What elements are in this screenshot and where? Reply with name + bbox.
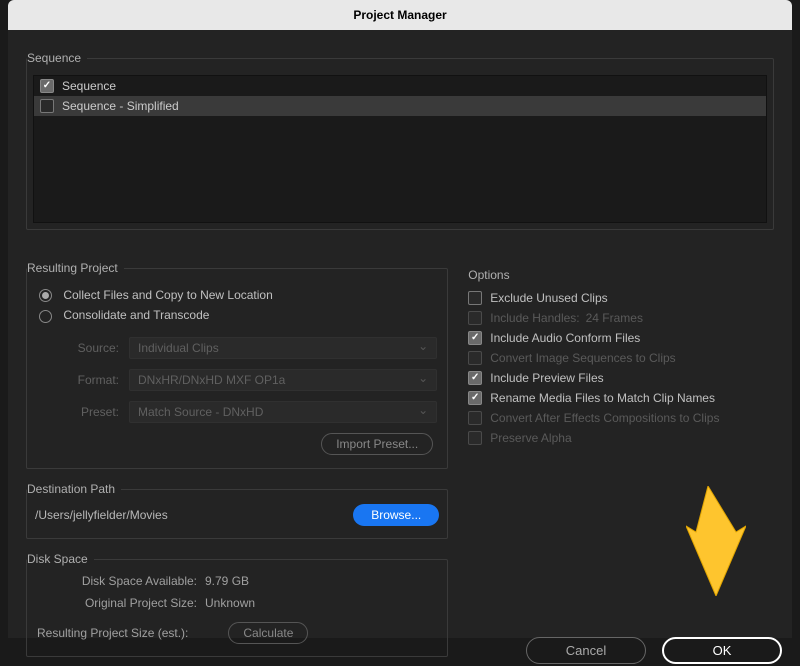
- checkbox-icon[interactable]: [40, 79, 54, 93]
- destination-fieldset: Destination Path /Users/jellyfielder/Mov…: [26, 489, 448, 539]
- checkbox-icon: [468, 411, 482, 425]
- original-size-label: Original Project Size:: [35, 596, 205, 610]
- option-preview-files[interactable]: Include Preview Files: [468, 368, 774, 388]
- checkbox-icon: [468, 311, 482, 325]
- format-select[interactable]: DNxHR/DNxHD MXF OP1a: [129, 369, 437, 391]
- original-size-value: Unknown: [205, 596, 255, 610]
- disk-space-legend: Disk Space: [27, 552, 94, 566]
- source-label: Source:: [37, 341, 129, 355]
- radio-consolidate[interactable]: Consolidate and Transcode: [27, 305, 447, 325]
- option-audio-conform[interactable]: Include Audio Conform Files: [468, 328, 774, 348]
- option-label: Include Preview Files: [490, 371, 603, 385]
- handles-value: 24 Frames: [586, 311, 643, 325]
- disk-available-label: Disk Space Available:: [35, 574, 205, 588]
- checkbox-icon[interactable]: [468, 391, 482, 405]
- preset-select[interactable]: Match Source - DNxHD: [129, 401, 437, 423]
- sequence-item-label: Sequence - Simplified: [62, 99, 179, 113]
- resulting-project-legend: Resulting Project: [27, 261, 124, 275]
- import-preset-button[interactable]: Import Preset...: [321, 433, 433, 455]
- sequence-list[interactable]: Sequence Sequence - Simplified: [33, 75, 767, 223]
- disk-available-value: 9.79 GB: [205, 574, 249, 588]
- checkbox-icon[interactable]: [468, 291, 482, 305]
- checkbox-icon[interactable]: [468, 331, 482, 345]
- option-preserve-alpha: Preserve Alpha: [468, 428, 774, 448]
- ok-button[interactable]: OK: [662, 637, 782, 664]
- sequence-row[interactable]: Sequence: [34, 76, 766, 96]
- option-label: Preserve Alpha: [490, 431, 571, 445]
- option-label: Exclude Unused Clips: [490, 291, 607, 305]
- option-convert-image-seq: Convert Image Sequences to Clips: [468, 348, 774, 368]
- radio-icon[interactable]: [39, 310, 52, 323]
- option-label: Convert After Effects Compositions to Cl…: [490, 411, 719, 425]
- destination-path: /Users/jellyfielder/Movies: [31, 500, 168, 530]
- option-label: Include Audio Conform Files: [490, 331, 640, 345]
- source-select[interactable]: Individual Clips: [129, 337, 437, 359]
- destination-legend: Destination Path: [27, 482, 121, 496]
- browse-button[interactable]: Browse...: [353, 504, 439, 526]
- radio-collect[interactable]: Collect Files and Copy to New Location: [27, 285, 447, 305]
- sequence-item-label: Sequence: [62, 79, 116, 93]
- dialog-title: Project Manager: [8, 0, 792, 30]
- option-label: Rename Media Files to Match Clip Names: [490, 391, 715, 405]
- option-include-handles: Include Handles: 24 Frames: [468, 308, 774, 328]
- radio-label: Consolidate and Transcode: [63, 308, 209, 322]
- resulting-size-label: Resulting Project Size (est.):: [37, 626, 188, 640]
- dialog-body: Sequence Sequence Sequence - Simplified …: [8, 30, 792, 638]
- checkbox-icon[interactable]: [40, 99, 54, 113]
- checkbox-icon: [468, 351, 482, 365]
- sequence-row[interactable]: Sequence - Simplified: [34, 96, 766, 116]
- option-exclude-unused[interactable]: Exclude Unused Clips: [468, 288, 774, 308]
- checkbox-icon: [468, 431, 482, 445]
- option-label: Convert Image Sequences to Clips: [490, 351, 675, 365]
- sequence-legend: Sequence: [27, 51, 87, 65]
- option-convert-ae: Convert After Effects Compositions to Cl…: [468, 408, 774, 428]
- disk-space-fieldset: Disk Space Disk Space Available: 9.79 GB…: [26, 559, 448, 657]
- sequence-fieldset: Sequence Sequence Sequence - Simplified: [26, 58, 774, 230]
- options-legend: Options: [468, 268, 774, 282]
- radio-label: Collect Files and Copy to New Location: [63, 288, 272, 302]
- preset-label: Preset:: [37, 405, 129, 419]
- resulting-project-fieldset: Resulting Project Collect Files and Copy…: [26, 268, 448, 469]
- radio-icon[interactable]: [39, 289, 52, 302]
- calculate-button[interactable]: Calculate: [228, 622, 308, 644]
- option-rename-media[interactable]: Rename Media Files to Match Clip Names: [468, 388, 774, 408]
- checkbox-icon[interactable]: [468, 371, 482, 385]
- options-fieldset: Options Exclude Unused Clips Include Han…: [468, 268, 774, 448]
- cancel-button[interactable]: Cancel: [526, 637, 646, 664]
- dialog-footer: Cancel OK: [526, 637, 782, 664]
- option-label: Include Handles:: [490, 311, 579, 325]
- format-label: Format:: [37, 373, 129, 387]
